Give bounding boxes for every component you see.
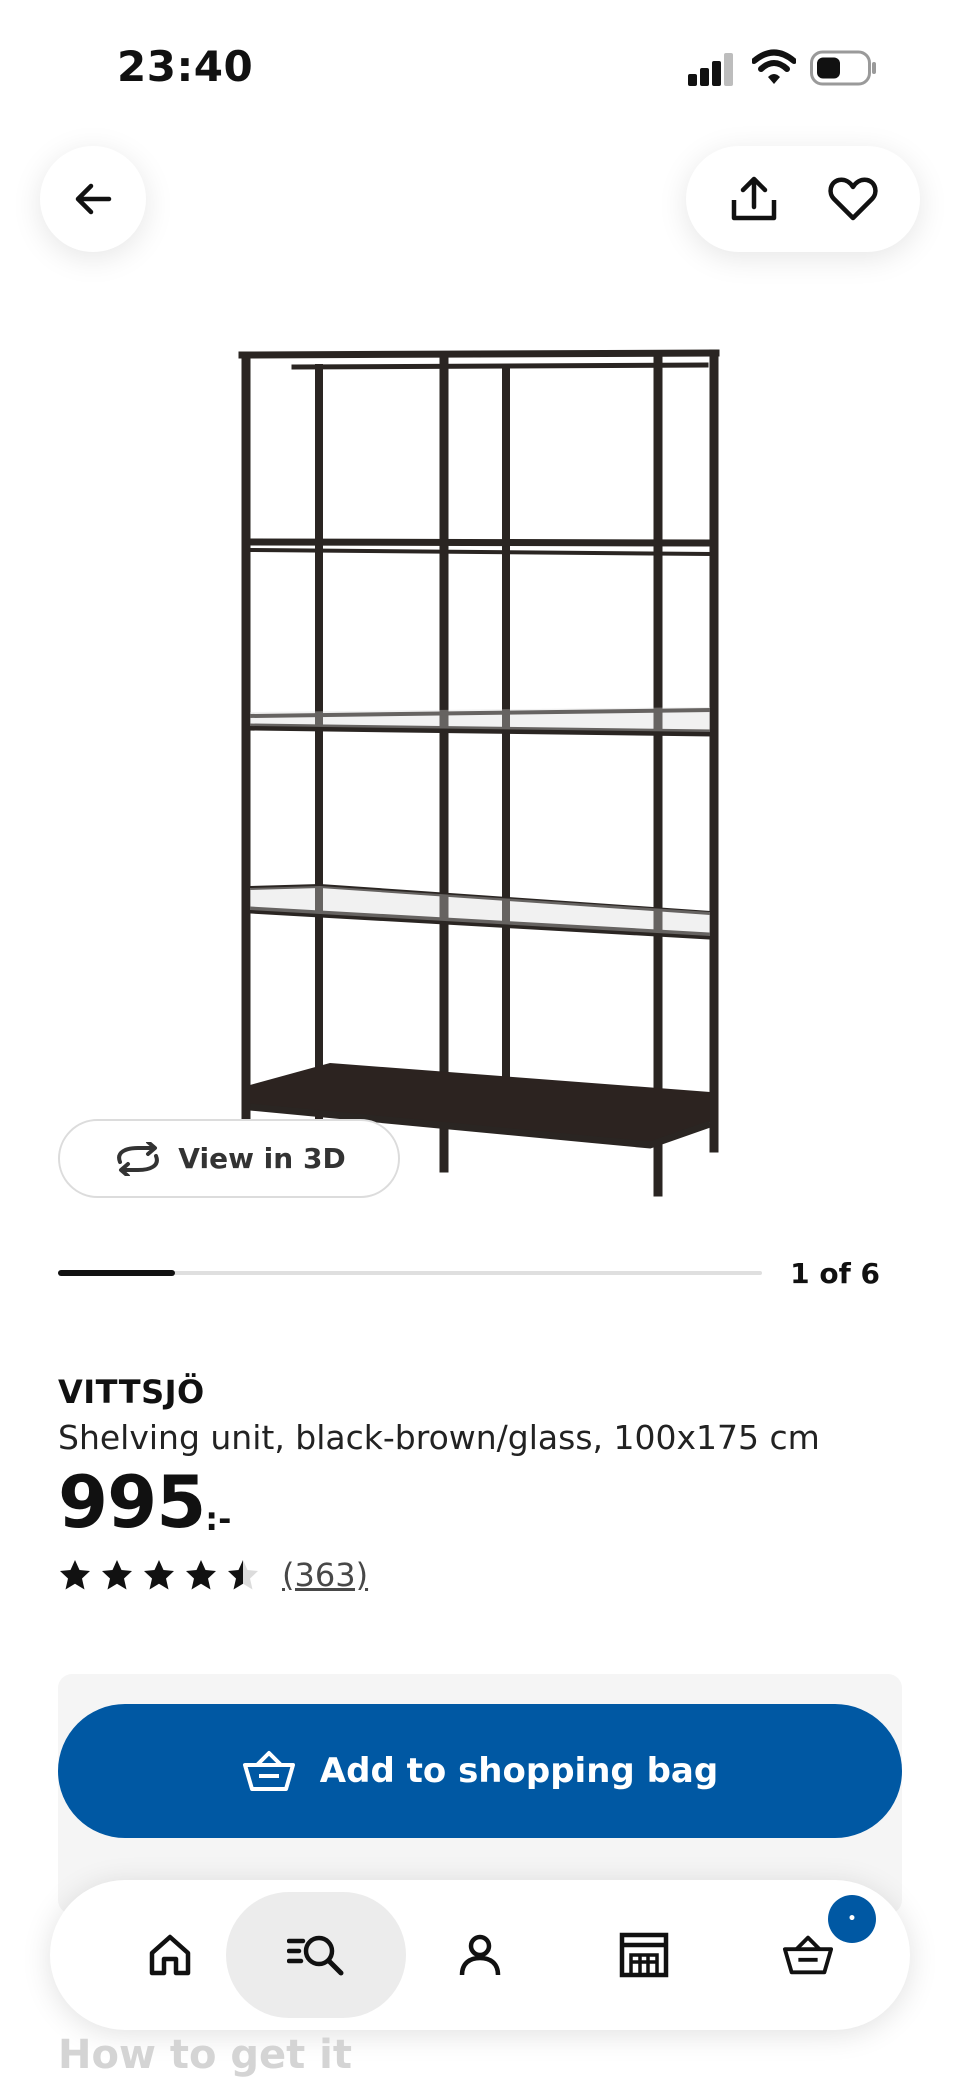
star-icon — [60, 1560, 90, 1590]
home-icon — [149, 1934, 191, 1976]
store-icon — [619, 1932, 669, 1978]
status-time: 23:40 — [117, 42, 254, 91]
star-icon — [144, 1560, 174, 1590]
wifi-icon — [752, 49, 796, 84]
back-button[interactable] — [40, 146, 146, 252]
cart-badge-dot: • — [847, 1911, 857, 1927]
carousel-progress-fill — [58, 1270, 176, 1276]
share-icon — [731, 176, 776, 221]
product-rating[interactable]: (363) — [58, 1556, 368, 1594]
carousel-progress — [58, 1270, 762, 1276]
share-button[interactable] — [719, 164, 789, 234]
product-name: VITTSJÖ — [58, 1373, 205, 1411]
header-actions — [686, 146, 920, 252]
star-icon — [102, 1560, 132, 1590]
signal-icon — [688, 52, 736, 86]
battery-icon — [810, 50, 876, 86]
product-image[interactable] — [220, 340, 740, 1210]
status-bar: 23:40 — [0, 0, 960, 130]
carousel-counter: 1 of 6 — [790, 1257, 880, 1290]
cart-icon — [782, 1935, 834, 1975]
nav-search[interactable] — [226, 1892, 406, 2018]
basket-icon — [242, 1751, 295, 1791]
add-to-bag-button[interactable]: Add to shopping bag — [58, 1704, 902, 1838]
nav-profile[interactable] — [390, 1892, 570, 2018]
favorite-button[interactable] — [818, 164, 888, 234]
view-in-3d-button[interactable]: View in 3D — [58, 1119, 400, 1198]
rotate-3d-icon — [117, 1141, 160, 1176]
bottom-navigation — [50, 1880, 910, 2030]
how-to-get-it-heading: How to get it — [58, 2032, 353, 2078]
profile-icon — [459, 1934, 501, 1976]
view-in-3d-label: View in 3D — [178, 1142, 346, 1175]
add-to-bag-label: Add to shopping bag — [319, 1751, 719, 1791]
star-icon — [186, 1560, 216, 1590]
star-icon — [228, 1560, 258, 1590]
nav-stores[interactable] — [554, 1892, 734, 2018]
price-integer: 995 — [58, 1460, 206, 1544]
product-description: Shelving unit, black-brown/glass, 100x17… — [58, 1418, 820, 1457]
cart-badge: • — [828, 1895, 876, 1943]
price-suffix: :- — [205, 1500, 232, 1538]
heart-icon — [827, 177, 878, 221]
product-price: 995 :- — [58, 1466, 231, 1538]
arrow-left-icon — [75, 183, 112, 215]
review-count-link[interactable]: (363) — [282, 1556, 368, 1594]
search-icon — [287, 1935, 344, 1976]
